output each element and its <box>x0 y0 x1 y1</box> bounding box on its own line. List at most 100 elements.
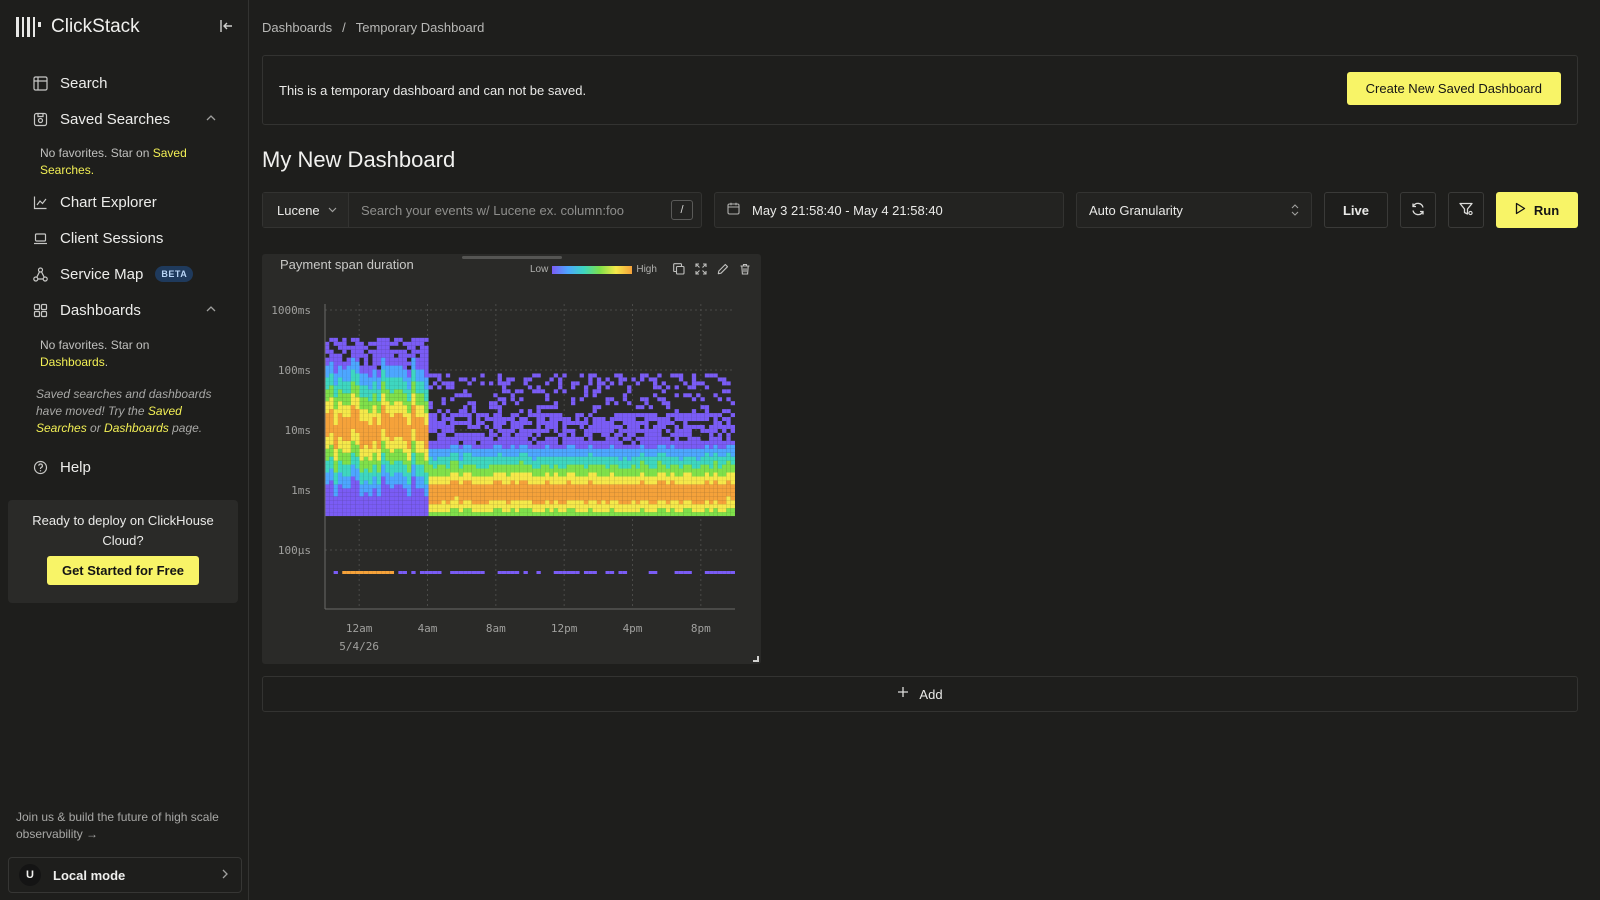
heatmap-cell <box>553 456 559 461</box>
filter-button[interactable] <box>1448 192 1484 228</box>
get-started-button[interactable]: Get Started for Free <box>46 556 200 585</box>
refresh-button[interactable] <box>1400 192 1436 228</box>
heatmap-cell <box>730 504 735 509</box>
heatmap-cell <box>592 492 597 497</box>
heatmap-cell <box>458 484 464 489</box>
heatmap-cell <box>640 504 645 509</box>
run-button[interactable]: Run <box>1496 192 1578 228</box>
heatmap-cell <box>359 409 364 414</box>
app-logo[interactable]: ClickStack <box>16 16 140 38</box>
heatmap-cell <box>523 500 528 505</box>
heatmap-cell <box>450 440 455 445</box>
heatmap-cell <box>665 417 671 422</box>
heatmap-cell <box>454 571 459 574</box>
heatmap-cell <box>614 452 619 457</box>
query-language-select[interactable]: Lucene <box>263 193 349 227</box>
heatmap-cell <box>359 345 364 350</box>
granularity-select[interactable]: Auto Granularity <box>1076 192 1312 228</box>
resize-handle[interactable] <box>753 656 759 662</box>
breadcrumb-dashboards-link[interactable]: Dashboards <box>262 20 332 35</box>
heatmap-cell <box>441 444 446 449</box>
heatmap-cell <box>497 476 502 481</box>
heatmap-cell <box>437 448 442 453</box>
heatmap-cell <box>467 571 472 574</box>
heatmap-cell <box>627 508 632 513</box>
create-saved-dashboard-button[interactable]: Create New Saved Dashboard <box>1346 72 1561 105</box>
heatmap-cell <box>704 476 710 481</box>
heatmap-cell <box>342 413 347 418</box>
join-link[interactable]: Join us & build the future of high scale… <box>16 809 241 843</box>
heatmap-cell <box>510 496 515 501</box>
dashboard-title[interactable]: My New Dashboard <box>262 147 455 173</box>
dashboards-link[interactable]: Dashboards <box>40 355 105 369</box>
heatmap-cell <box>402 432 407 437</box>
heatmap-cell <box>635 492 641 497</box>
heatmap-cell <box>394 405 399 410</box>
heatmap-cell <box>501 381 507 386</box>
heatmap-cell <box>614 472 619 477</box>
collapse-sidebar-icon[interactable] <box>218 18 236 38</box>
heatmap-cell <box>571 448 576 453</box>
chart-tile[interactable]: 1000ms 100ms 10ms 1ms 100µs 12am 4am 8am 12pm 4pm… <box>262 254 761 664</box>
time-range-picker[interactable]: May 3 21:58:40 - May 4 21:58:40 <box>714 192 1064 228</box>
nav-saved-searches[interactable]: Saved Searches <box>32 108 170 130</box>
nav-client-sessions[interactable]: Client Sessions <box>32 227 163 249</box>
heatmap-cell <box>670 464 675 469</box>
heatmap-cell <box>471 468 477 473</box>
heatmap-cell <box>605 385 610 390</box>
heatmap-cell <box>696 452 701 457</box>
heatmap-cell <box>398 504 403 509</box>
heatmap-cell <box>501 500 507 505</box>
nav-help[interactable]: Help <box>32 456 91 478</box>
live-button[interactable]: Live <box>1324 192 1388 228</box>
add-tile-button[interactable]: Add <box>262 676 1578 712</box>
search-input[interactable] <box>349 193 671 227</box>
dashboards-chevron-up-icon[interactable] <box>206 304 216 316</box>
duplicate-icon[interactable] <box>672 262 686 276</box>
heatmap-cell <box>398 377 403 382</box>
edit-icon[interactable] <box>716 262 730 276</box>
moved-dashboards-link[interactable]: Dashboards <box>104 421 169 435</box>
heatmap-cell <box>363 448 369 453</box>
heatmap-cell <box>536 424 541 429</box>
heatmap-cell <box>713 460 718 465</box>
user-menu[interactable]: U Local mode <box>8 857 242 893</box>
heatmap-cell <box>562 512 567 517</box>
heatmap-cell <box>355 448 360 453</box>
heatmap-cell <box>458 571 464 574</box>
delete-icon[interactable] <box>738 262 752 276</box>
heatmap-cell <box>730 456 735 461</box>
heatmap-cell <box>463 413 468 418</box>
expand-icon[interactable] <box>694 262 708 276</box>
heatmap-cell <box>424 417 429 422</box>
heatmap-cell <box>363 452 369 457</box>
heatmap-cell <box>402 452 407 457</box>
heatmap-cell <box>450 448 455 453</box>
heatmap-cell <box>588 436 593 441</box>
heatmap-cell <box>691 460 697 465</box>
heatmap-cell <box>653 476 658 481</box>
nav-search[interactable]: Search <box>32 72 108 94</box>
heatmap-cell <box>337 452 343 457</box>
heatmap-cell <box>402 349 407 354</box>
heatmap-cell <box>363 357 369 362</box>
heatmap-cell <box>562 464 567 469</box>
heatmap-cell <box>419 571 425 574</box>
heatmap-cell <box>618 492 623 497</box>
heatmap-cell <box>325 436 330 441</box>
nav-chart-explorer[interactable]: Chart Explorer <box>32 191 157 213</box>
nav-service-map[interactable]: Service Map BETA <box>32 263 194 285</box>
heatmap-cell <box>476 468 481 473</box>
heatmap-cell <box>558 444 563 449</box>
heatmap-cell <box>609 456 615 461</box>
saved-searches-chevron-up-icon[interactable] <box>206 113 216 125</box>
heatmap-cell <box>622 472 628 477</box>
heatmap-cell <box>622 448 628 453</box>
nav-dashboards[interactable]: Dashboards <box>32 299 141 321</box>
heatmap-cell <box>389 365 395 370</box>
tile-drag-handle[interactable] <box>462 256 562 259</box>
heatmap-cell <box>501 484 507 489</box>
heatmap-cell <box>389 353 395 358</box>
heatmap-cell <box>614 436 619 441</box>
heatmap-cell <box>562 571 567 574</box>
